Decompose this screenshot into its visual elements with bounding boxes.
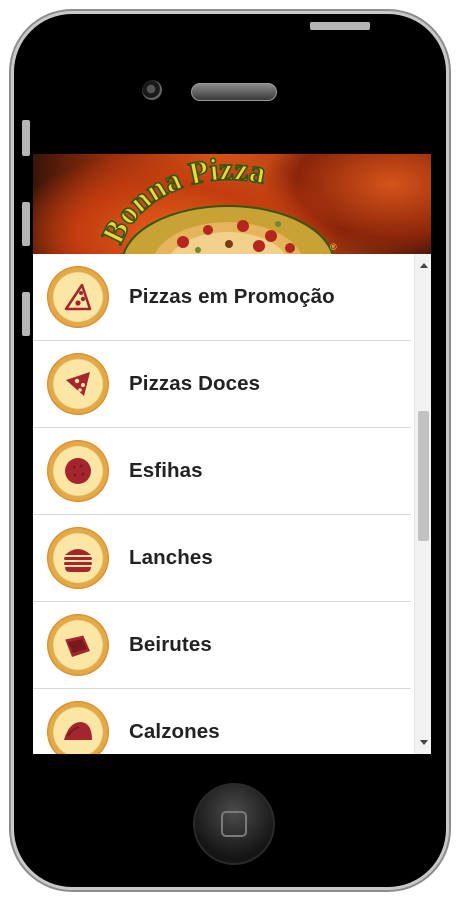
power-button — [310, 22, 370, 30]
esfiha-icon — [47, 440, 109, 502]
pizza-logo: Bonna Pizza ® — [93, 154, 337, 254]
menu-item-pizzas-promocao[interactable]: Pizzas em Promoção — [33, 254, 411, 341]
home-square-icon — [221, 811, 247, 837]
earpiece-speaker — [191, 83, 277, 101]
beirute-sandwich-icon — [47, 614, 109, 676]
menu-item-lanches[interactable]: Lanches — [33, 515, 411, 602]
menu-item-label: Calzones — [129, 720, 220, 743]
volume-down-button — [22, 292, 30, 336]
pizza-slice-outline-icon — [47, 266, 109, 328]
menu-item-esfihas[interactable]: Esfihas — [33, 428, 411, 515]
category-list: Pizzas em Promoção Pizzas Doces Esfihas … — [33, 254, 413, 754]
menu-item-label: Pizzas Doces — [129, 372, 261, 395]
burger-icon — [47, 527, 109, 589]
menu-item-label: Esfihas — [129, 459, 203, 482]
volume-up-button — [22, 202, 30, 246]
registered-mark: ® — [330, 242, 337, 252]
menu-item-beirutes[interactable]: Beirutes — [33, 602, 411, 689]
menu-item-pizzas-doces[interactable]: Pizzas Doces — [33, 341, 411, 428]
calzone-icon — [47, 701, 109, 754]
pizza-slice-icon — [47, 353, 109, 415]
menu-item-label: Pizzas em Promoção — [129, 285, 335, 308]
menu-item-calzones[interactable]: Calzones — [33, 689, 411, 754]
header-banner: Bonna Pizza ® — [33, 154, 431, 254]
list-scrollbar[interactable] — [414, 254, 431, 754]
front-camera — [142, 80, 162, 100]
home-button[interactable] — [193, 783, 275, 865]
menu-item-label: Beirutes — [129, 633, 212, 656]
scrollbar-thumb[interactable] — [418, 411, 429, 541]
menu-item-label: Lanches — [129, 546, 213, 569]
scroll-up-icon[interactable] — [420, 263, 428, 268]
scroll-down-icon[interactable] — [420, 740, 428, 745]
mute-switch — [22, 120, 30, 156]
app-screen: Bonna Pizza ® Pizzas em Promoção Pizzas … — [33, 154, 431, 754]
